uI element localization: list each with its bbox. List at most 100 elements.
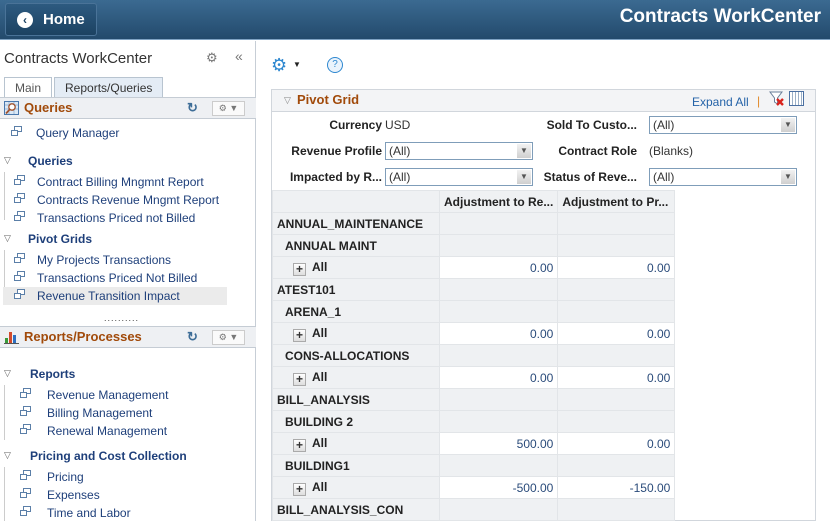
- empty-cell: [557, 234, 676, 257]
- row-label: All: [312, 435, 328, 450]
- table-row: + All 0.00 0.00: [272, 366, 676, 389]
- row-label: All: [312, 369, 328, 384]
- main-content: ⚙ ▼ ? ▽ Pivot Grid Expand All | Currency…: [257, 41, 830, 521]
- filter-label-status-of-revenue: Status of Reve...: [543, 170, 637, 184]
- workcenter-title: Contracts WorkCenter: [4, 50, 153, 67]
- expand-plus-icon[interactable]: +: [293, 372, 306, 386]
- expand-plus-icon[interactable]: +: [293, 262, 306, 276]
- pagelet-options-menu[interactable]: ⚙ ▼: [212, 330, 245, 345]
- nav-item-query-manager[interactable]: Query Manager: [0, 124, 256, 142]
- row-label-all: + All: [272, 432, 440, 455]
- value-cell[interactable]: -150.00: [557, 476, 676, 499]
- nav-item-contract-billing-report[interactable]: Contract Billing Mngmnt Report: [0, 173, 256, 191]
- nav-label: Revenue Management: [47, 388, 169, 402]
- row-group-label: ATEST101: [272, 278, 440, 301]
- select-value: (All): [389, 144, 411, 158]
- row-label: BILL_ANALYSIS: [277, 392, 370, 407]
- row-group-label: ANNUAL MAINT: [272, 234, 440, 257]
- revenue-profile-select[interactable]: (All) ▼: [385, 142, 533, 160]
- sold-to-customer-select[interactable]: (All) ▼: [649, 116, 797, 134]
- empty-cell: [438, 410, 559, 433]
- expand-all-link[interactable]: Expand All: [692, 95, 749, 109]
- tab-main[interactable]: Main: [4, 77, 53, 98]
- nav-item-renewal-management[interactable]: Renewal Management: [0, 422, 256, 440]
- reports-pagelet-title: Reports/Processes: [24, 329, 142, 344]
- tab-reports-queries[interactable]: Reports/Queries: [54, 77, 164, 98]
- nav-item-time-and-labor[interactable]: Time and Labor: [0, 504, 256, 522]
- expand-plus-icon[interactable]: +: [293, 482, 306, 496]
- value-cell[interactable]: 500.00: [438, 432, 559, 455]
- value-cell[interactable]: 0.00: [557, 366, 676, 389]
- workcenter-left-panel: Contracts WorkCenter ⚙ « Main Reports/Qu…: [0, 41, 256, 521]
- empty-cell: [438, 234, 559, 257]
- value-cell[interactable]: 0.00: [438, 366, 559, 389]
- collapse-triangle-icon[interactable]: ▽: [284, 95, 291, 106]
- nav-label: Query Manager: [36, 126, 120, 140]
- table-header-row: Adjustment to Re... Adjustment to Pr...: [272, 190, 676, 213]
- table-row: CONS-ALLOCATIONS: [272, 344, 676, 367]
- value-cell[interactable]: 0.00: [438, 256, 559, 279]
- column-header-adjustment-pr[interactable]: Adjustment to Pr...: [557, 190, 676, 213]
- tab-bar: Main Reports/Queries: [4, 77, 165, 98]
- column-header-adjustment-revenue[interactable]: Adjustment to Re...: [438, 190, 559, 213]
- expand-plus-icon[interactable]: +: [293, 438, 306, 452]
- nav-item-transactions-priced-not-billed[interactable]: Transactions Priced not Billed: [0, 209, 256, 227]
- empty-cell: [438, 388, 559, 411]
- folder-label: Pivot Grids: [28, 232, 93, 246]
- nav-item-my-projects-transactions[interactable]: My Projects Transactions: [0, 251, 256, 269]
- nav-label: Billing Management: [47, 406, 153, 420]
- value-cell[interactable]: 0.00: [557, 432, 676, 455]
- nav-label: Pricing: [47, 470, 84, 484]
- row-label: CONS-ALLOCATIONS: [285, 348, 410, 363]
- empty-cell: [438, 212, 559, 235]
- actions-gear-icon[interactable]: ⚙: [271, 55, 287, 76]
- nav-item-pricing[interactable]: Pricing: [0, 468, 256, 486]
- help-icon[interactable]: ?: [327, 57, 343, 73]
- value-cell[interactable]: 0.00: [557, 256, 676, 279]
- row-label: BUILDING1: [285, 458, 350, 473]
- collapse-panel-icon[interactable]: «: [235, 48, 243, 64]
- row-label: All: [312, 259, 328, 274]
- gear-icon[interactable]: ⚙: [206, 50, 218, 66]
- window-icon: [14, 211, 25, 221]
- table-row: BUILDING 2: [272, 410, 676, 433]
- nav-item-revenue-management[interactable]: Revenue Management: [0, 386, 256, 404]
- nav-item-billing-management[interactable]: Billing Management: [0, 404, 256, 422]
- expand-plus-icon[interactable]: +: [293, 328, 306, 342]
- nav-label: Revenue Transition Impact: [37, 289, 180, 303]
- grid-view-icon[interactable]: [789, 91, 804, 106]
- clear-filter-icon[interactable]: [769, 91, 785, 107]
- table-row: + All 0.00 0.00: [272, 256, 676, 279]
- row-label: ANNUAL_MAINTENANCE: [277, 216, 423, 231]
- nav-label: Contract Billing Mngmnt Report: [37, 175, 204, 189]
- value-cell[interactable]: 0.00: [557, 322, 676, 345]
- nav-item-expenses[interactable]: Expenses: [0, 486, 256, 504]
- impacted-by-select[interactable]: (All) ▼: [385, 168, 533, 186]
- table-row: BILL_ANALYSIS_CON: [272, 498, 676, 521]
- window-icon: [20, 424, 31, 434]
- chevron-down-icon[interactable]: ▼: [293, 60, 301, 69]
- chevron-down-icon: ▼: [781, 118, 795, 132]
- refresh-icon[interactable]: ↻: [187, 329, 198, 345]
- select-value: (All): [653, 170, 675, 184]
- empty-cell: [557, 344, 676, 367]
- refresh-icon[interactable]: ↻: [187, 100, 198, 116]
- status-of-revenue-select[interactable]: (All) ▼: [649, 168, 797, 186]
- table-row: + All 500.00 0.00: [272, 432, 676, 455]
- filter-label-contract-role: Contract Role: [558, 144, 637, 158]
- empty-cell: [557, 410, 676, 433]
- row-label: BUILDING 2: [285, 414, 354, 429]
- pivot-grid-panel: ▽ Pivot Grid Expand All | Currency USD S…: [271, 89, 816, 521]
- nav-item-revenue-transition-impact[interactable]: Revenue Transition Impact: [3, 287, 227, 305]
- table-row: ATEST101: [272, 278, 676, 301]
- home-button[interactable]: ‹ Home: [5, 3, 97, 36]
- nav-item-transactions-priced-not-billed-pg[interactable]: Transactions Priced Not Billed: [0, 269, 256, 287]
- nav-label: Time and Labor: [47, 506, 131, 520]
- folder-label: Reports: [30, 367, 76, 381]
- pagelet-splitter-handle[interactable]: ..........: [104, 313, 139, 323]
- pagelet-options-menu[interactable]: ⚙ ▼: [212, 101, 245, 116]
- value-cell[interactable]: 0.00: [438, 322, 559, 345]
- value-cell[interactable]: -500.00: [438, 476, 559, 499]
- nav-item-contracts-revenue-report[interactable]: Contracts Revenue Mngmt Report: [0, 191, 256, 209]
- empty-cell: [557, 454, 676, 477]
